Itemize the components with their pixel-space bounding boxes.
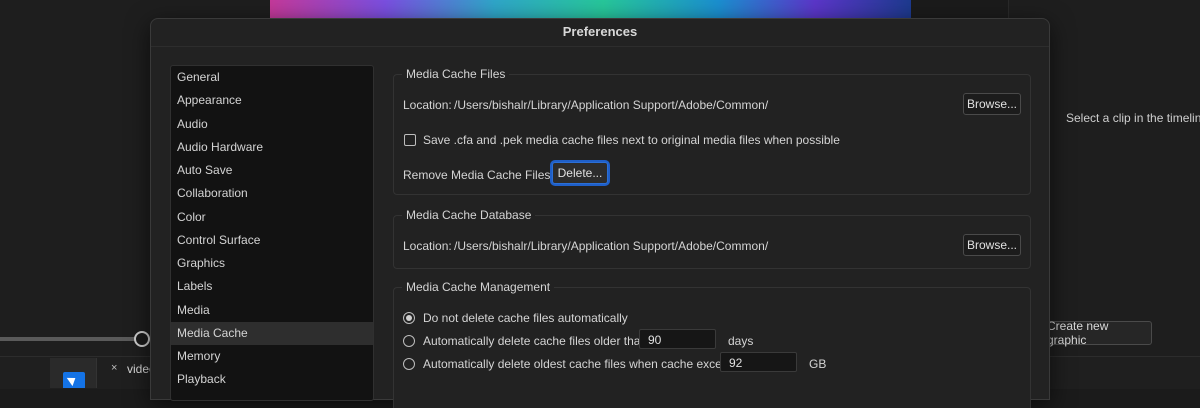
sidebar-item-general[interactable]: General <box>171 66 373 89</box>
dialog-title: Preferences <box>562 24 638 39</box>
media-cache-files-browse-button[interactable]: Browse... <box>963 93 1021 115</box>
section-title: Media Cache Files <box>402 67 510 81</box>
section-title: Media Cache Management <box>402 280 555 294</box>
sidebar-item-labels[interactable]: Labels <box>171 275 373 298</box>
delete-media-cache-button[interactable]: Delete... <box>552 162 608 184</box>
background-select-clip-text: Select a clip in the timeline to <box>1066 111 1200 125</box>
tab-close-icon[interactable]: × <box>111 362 117 374</box>
sidebar-item-control-surface[interactable]: Control Surface <box>171 229 373 252</box>
media-cache-files-path: /Users/bishalr/Library/Application Suppo… <box>454 98 769 112</box>
media-cache-files-section: Media Cache Files Location: /Users/bisha… <box>393 67 1031 195</box>
media-cache-database-path: /Users/bishalr/Library/Application Suppo… <box>454 239 769 253</box>
title-divider <box>151 46 1049 47</box>
sidebar-item-graphics[interactable]: Graphics <box>171 252 373 275</box>
location-label: Location: <box>403 98 452 112</box>
sidebar-item-collaboration[interactable]: Collaboration <box>171 182 373 205</box>
media-cache-database-section: Media Cache Database Location: /Users/bi… <box>393 208 1031 269</box>
sidebar-item-memory[interactable]: Memory <box>171 345 373 368</box>
media-cache-database-browse-button[interactable]: Browse... <box>963 234 1021 256</box>
media-cache-management-section: Media Cache Management Do not delete cac… <box>393 280 1031 408</box>
section-title: Media Cache Database <box>402 208 536 222</box>
create-new-graphic-button[interactable]: Create new graphic <box>1046 319 1152 347</box>
preferences-dialog: Preferences General Appearance Audio Aud… <box>150 18 1050 408</box>
older-than-unit-label: days <box>728 334 754 348</box>
remove-media-cache-label: Remove Media Cache Files <box>403 168 551 182</box>
background-program-monitor-image <box>270 0 911 18</box>
selection-tool-icon[interactable] <box>63 372 85 388</box>
sidebar-item-audio-hardware[interactable]: Audio Hardware <box>171 136 373 159</box>
save-cache-next-to-media-checkbox[interactable] <box>404 134 416 146</box>
cache-size-unit-label: GB <box>809 357 827 371</box>
preferences-category-list[interactable]: General Appearance Audio Audio Hardware … <box>170 65 374 401</box>
radio-delete-older-than-label: Automatically delete cache files older t… <box>423 334 651 348</box>
background-zoom-slider-handle[interactable] <box>134 331 150 347</box>
sidebar-item-audio[interactable]: Audio <box>171 113 373 136</box>
radio-do-not-delete-label: Do not delete cache files automatically <box>423 311 628 325</box>
radio-delete-when-exceeds-label: Automatically delete oldest cache files … <box>423 357 745 371</box>
save-cache-next-to-media-label: Save .cfa and .pek media cache files nex… <box>423 133 840 147</box>
background-zoom-slider-track[interactable] <box>0 337 140 341</box>
sidebar-item-media-cache[interactable]: Media Cache <box>171 321 373 345</box>
sidebar-item-media[interactable]: Media <box>171 299 373 322</box>
sidebar-item-playback[interactable]: Playback <box>171 368 373 391</box>
older-than-days-input[interactable]: 90 <box>639 329 716 349</box>
location-label: Location: <box>403 239 452 253</box>
sidebar-item-color[interactable]: Color <box>171 206 373 229</box>
radio-do-not-delete[interactable] <box>403 312 415 324</box>
cache-size-limit-input[interactable]: 92 <box>720 352 797 372</box>
sidebar-item-auto-save[interactable]: Auto Save <box>171 159 373 182</box>
sidebar-item-appearance[interactable]: Appearance <box>171 89 373 112</box>
radio-delete-older-than[interactable] <box>403 335 415 347</box>
radio-delete-when-exceeds[interactable] <box>403 358 415 370</box>
background-top-panel <box>175 0 270 18</box>
